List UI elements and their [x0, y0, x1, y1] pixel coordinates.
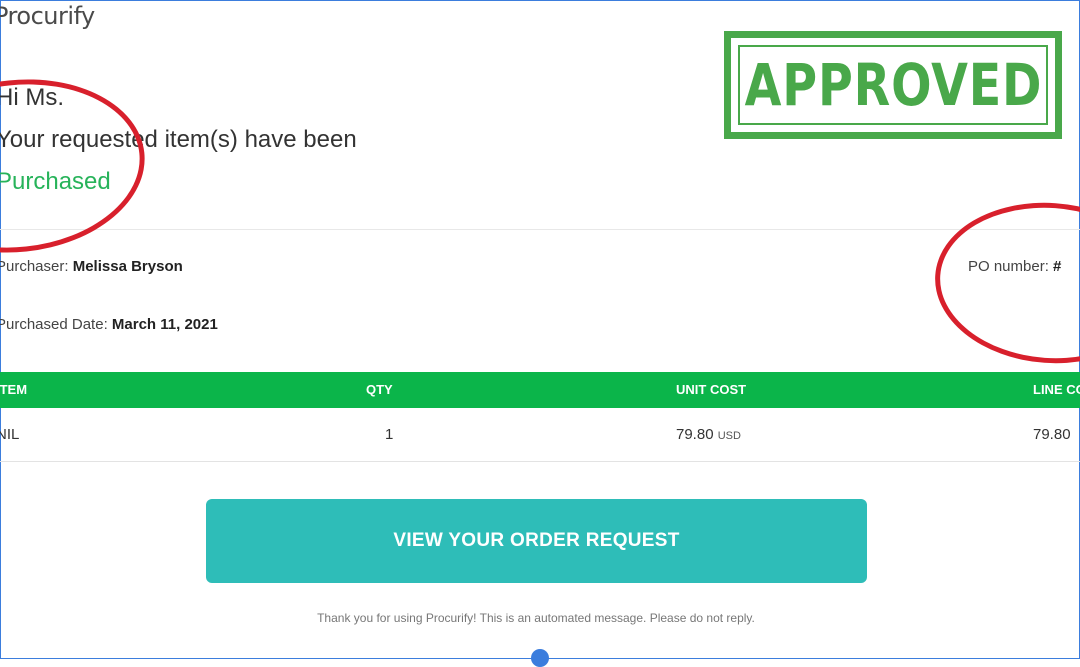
section-divider	[0, 229, 1080, 230]
unit-cost-cell: 79.80 USD	[676, 426, 741, 443]
column-header-item: ITEM	[0, 382, 28, 397]
purchaser-label: Purchaser:	[0, 258, 69, 275]
table-bottom-divider	[0, 461, 1080, 462]
purchased-date-value: March 11, 2021	[111, 316, 218, 333]
purchaser-name: Melissa Bryson	[72, 258, 183, 275]
footer-note: Thank you for using Procurify! This is a…	[317, 611, 755, 625]
qty-cell: 1	[385, 426, 394, 443]
purchased-date-row: Purchased Date: March 11, 2021	[0, 316, 218, 333]
approved-stamp-inner-border: APPROVED	[738, 45, 1048, 125]
item-cell: NIL	[0, 426, 20, 443]
column-header-unit-cost: UNIT COST	[676, 382, 747, 397]
items-table-header: ITEM QTY UNIT COST LINE COST	[0, 372, 1080, 408]
line-cost-cell: 79.80	[1033, 426, 1071, 443]
approved-stamp-text: APPROVED	[744, 51, 1042, 119]
unit-cost-value: 79.80	[676, 426, 714, 443]
resize-handle[interactable]	[531, 649, 549, 667]
unit-cost-currency: USD	[717, 430, 741, 442]
column-header-qty: QTY	[366, 382, 393, 397]
approved-stamp: APPROVED	[724, 31, 1062, 139]
purchaser-row: Purchaser: Melissa Bryson	[0, 258, 183, 275]
procurify-logo: Procurify	[0, 2, 95, 30]
column-header-line-cost: LINE COST	[1033, 382, 1080, 397]
table-row: NIL 1 79.80 USD 79.80	[0, 408, 1080, 462]
purchased-date-label: Purchased Date:	[0, 316, 108, 333]
view-order-request-button[interactable]: VIEW YOUR ORDER REQUEST	[206, 499, 867, 583]
